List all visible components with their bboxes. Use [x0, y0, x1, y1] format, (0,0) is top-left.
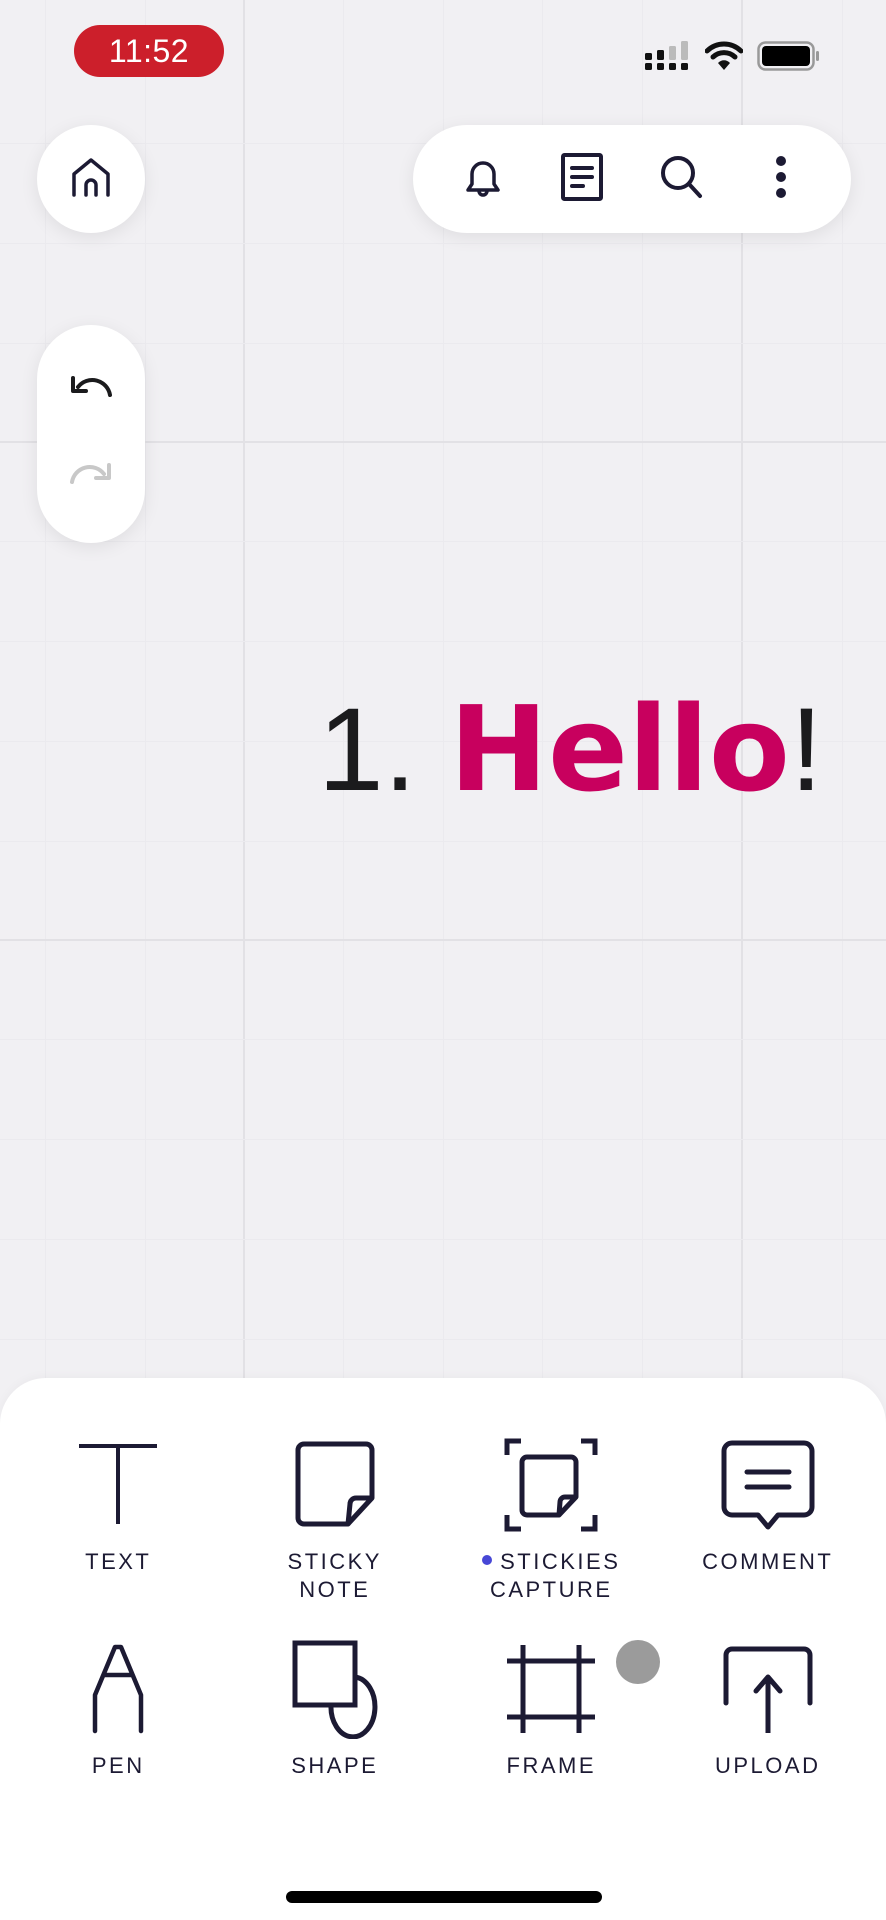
tool-shape[interactable]: SHAPE — [227, 1634, 444, 1780]
home-button[interactable] — [37, 125, 145, 233]
pen-icon — [63, 1634, 173, 1744]
search-button[interactable] — [652, 149, 712, 209]
tool-pen[interactable]: PEN — [10, 1634, 227, 1780]
tool-label: PEN — [91, 1753, 145, 1778]
tool-label: COMMENT — [702, 1549, 834, 1574]
comment-icon — [713, 1430, 823, 1540]
tool-sticky-note[interactable]: STICKY NOTE — [227, 1430, 444, 1604]
bell-icon — [460, 154, 506, 205]
grid-line — [0, 1039, 886, 1040]
list-number: 1. — [318, 684, 450, 816]
upload-icon — [713, 1634, 823, 1744]
history-controls — [37, 325, 145, 543]
grid-line — [0, 1339, 886, 1340]
grid-line — [0, 641, 886, 642]
exclamation-text: ! — [789, 684, 823, 816]
battery-icon — [757, 40, 821, 76]
grid-line — [0, 541, 886, 542]
new-feature-dot — [482, 1555, 493, 1566]
notifications-button[interactable] — [453, 149, 513, 209]
grid-line — [0, 841, 886, 842]
top-toolbar — [413, 125, 851, 233]
tool-text[interactable]: TEXT — [10, 1430, 227, 1604]
tool-label: FRAME — [506, 1753, 596, 1778]
status-icons — [645, 40, 821, 76]
board-info-button[interactable] — [552, 149, 612, 209]
hello-text: Hello — [449, 680, 790, 818]
tool-grid: TEXT STICKY NOTE STICKIES CAPTURE COMMEN… — [0, 1430, 886, 1780]
tool-label: UPLOAD — [715, 1753, 821, 1778]
tool-comment[interactable]: COMMENT — [660, 1430, 877, 1604]
home-icon — [69, 155, 113, 204]
cellular-signal-icon — [645, 40, 691, 76]
grid-line — [0, 243, 886, 244]
tool-label: SHAPE — [291, 1753, 379, 1778]
tool-upload[interactable]: UPLOAD — [660, 1634, 877, 1780]
document-icon — [559, 152, 605, 207]
more-vertical-icon — [774, 154, 788, 205]
home-indicator[interactable] — [286, 1891, 602, 1903]
more-button[interactable] — [751, 149, 811, 209]
text-icon — [63, 1430, 173, 1540]
undo-button[interactable] — [61, 361, 121, 421]
tool-label: TEXT — [85, 1549, 152, 1574]
tool-label-text: STICKIES CAPTURE — [489, 1549, 621, 1602]
redo-button[interactable] — [61, 448, 121, 508]
frame-icon — [496, 1634, 606, 1744]
creation-toolbar-sheet: TEXT STICKY NOTE STICKIES CAPTURE COMMEN… — [0, 1378, 886, 1920]
wifi-icon — [704, 40, 744, 76]
canvas-text-item[interactable]: 1. Hello! — [318, 690, 823, 809]
status-time: 11:52 — [74, 25, 224, 77]
stickies-capture-icon — [496, 1430, 606, 1540]
tool-stickies-capture[interactable]: STICKIES CAPTURE — [443, 1430, 660, 1604]
grid-line — [0, 1239, 886, 1240]
grid-line — [0, 939, 886, 941]
grid-line — [0, 1139, 886, 1140]
shape-icon — [280, 1634, 390, 1744]
touch-indicator — [616, 1640, 660, 1684]
redo-icon — [68, 460, 114, 495]
sticky-note-icon — [280, 1430, 390, 1540]
tool-label: STICKIES CAPTURE — [482, 1548, 620, 1604]
undo-icon — [68, 373, 114, 408]
search-icon — [658, 153, 706, 206]
tool-label: STICKY NOTE — [287, 1549, 382, 1602]
grid-line — [0, 343, 886, 344]
